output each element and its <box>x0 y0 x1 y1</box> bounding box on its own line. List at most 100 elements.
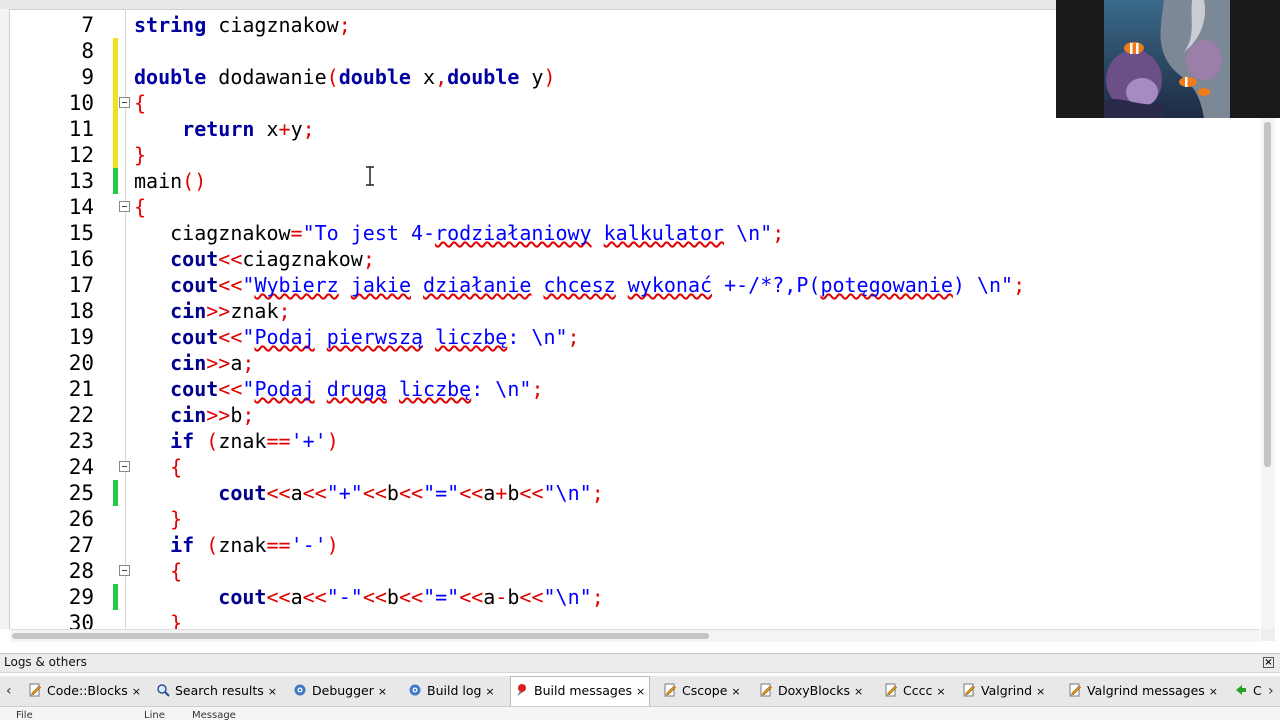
code-line[interactable]: 22 cin>>b; <box>0 402 1260 428</box>
code-line[interactable]: 27 if (znak=='-') <box>0 532 1260 558</box>
code-token: << <box>218 273 243 297</box>
column-header-line[interactable]: Line <box>144 710 165 721</box>
document-edit-icon <box>884 683 903 698</box>
tab-close-icon[interactable]: × <box>936 685 945 698</box>
code-text[interactable]: return x+y; <box>134 116 315 142</box>
code-text[interactable]: cout<<ciagznakow; <box>134 246 375 272</box>
code-token: >> <box>206 403 231 427</box>
column-header-file[interactable]: File <box>16 710 33 721</box>
code-text[interactable]: main() <box>134 168 206 194</box>
logs-tab[interactable]: Cccc × <box>884 678 946 704</box>
code-text[interactable]: cout<<"Wybierz jakie działanie chcesz wy… <box>134 272 1025 298</box>
code-text[interactable]: string ciagznakow; <box>134 12 351 38</box>
code-token: ( <box>326 65 339 89</box>
code-text[interactable]: { <box>134 90 146 116</box>
tab-close-icon[interactable]: × <box>268 685 277 698</box>
tab-close-icon[interactable]: × <box>378 685 387 698</box>
code-line[interactable]: 19 cout<<"Podaj pierwszą liczbę: \n"; <box>0 324 1260 350</box>
code-line[interactable]: 26 } <box>0 506 1260 532</box>
code-line[interactable]: 20 cin>>a; <box>0 350 1260 376</box>
code-text[interactable]: } <box>134 142 146 168</box>
code-line[interactable]: 21 cout<<"Podaj drugą liczbę: \n"; <box>0 376 1260 402</box>
code-line[interactable]: 23 if (znak=='+') <box>0 428 1260 454</box>
tab-close-icon[interactable]: × <box>636 685 645 698</box>
logs-tab[interactable]: Valgrind messages × <box>1068 678 1218 704</box>
code-line[interactable]: 28 { <box>0 558 1260 584</box>
logs-tab[interactable]: C <box>1234 678 1262 704</box>
code-text[interactable]: { <box>134 194 146 220</box>
code-token: ; <box>1013 273 1026 297</box>
logs-tab[interactable]: Build log × <box>408 678 495 704</box>
logs-tab[interactable]: Valgrind × <box>962 678 1045 704</box>
logs-tab[interactable]: Build messages × <box>510 676 651 706</box>
fold-collapse-icon[interactable] <box>119 97 130 108</box>
code-token: " <box>242 377 255 401</box>
code-text[interactable]: cin>>b; <box>134 402 254 428</box>
scroll-left-icon[interactable]: ‹ <box>6 676 12 706</box>
vertical-scrollbar[interactable] <box>1261 118 1275 629</box>
code-token: << <box>266 481 291 505</box>
code-token: + <box>495 481 508 505</box>
code-text[interactable]: if (znak=='+') <box>134 428 339 454</box>
code-token: main <box>134 169 183 193</box>
close-icon[interactable]: × <box>1263 657 1274 668</box>
code-text[interactable]: { <box>134 454 182 480</box>
code-line[interactable]: 15 ciagznakow="To jest 4-rodziałaniowy k… <box>0 220 1260 246</box>
code-token: ; <box>302 117 315 141</box>
code-text[interactable]: cout<<a<<"-"<<b<<"="<<a-b<<"\n"; <box>134 584 603 610</box>
code-token: znak <box>218 429 267 453</box>
code-line[interactable]: 25 cout<<a<<"+"<<b<<"="<<a+b<<"\n"; <box>0 480 1260 506</box>
vertical-scrollbar-thumb[interactable] <box>1264 122 1271 467</box>
code-text[interactable]: cout<<"Podaj drugą liczbę: \n"; <box>134 376 543 402</box>
code-token: << <box>218 325 243 349</box>
code-text[interactable]: cout<<a<<"+"<<b<<"="<<a+b<<"\n"; <box>134 480 603 506</box>
code-text[interactable]: cin>>a; <box>134 350 254 376</box>
tab-close-icon[interactable]: × <box>731 685 740 698</box>
horizontal-scrollbar[interactable] <box>10 629 1260 642</box>
code-token: liczbę <box>435 325 508 349</box>
change-marker <box>113 142 118 168</box>
tab-close-icon[interactable]: × <box>132 685 141 698</box>
code-line[interactable]: 11 return x+y; <box>0 116 1260 142</box>
code-line[interactable]: 16 cout<<ciagznakow; <box>0 246 1260 272</box>
code-line[interactable]: 14 { <box>0 194 1260 220</box>
logs-tab[interactable]: Search results × <box>156 678 277 704</box>
code-line[interactable]: 24 { <box>0 454 1260 480</box>
logs-tab[interactable]: DoxyBlocks × <box>759 678 863 704</box>
code-token: ; <box>278 299 291 323</box>
code-text[interactable]: cout<<"Podaj pierwszą liczbę: \n"; <box>134 324 579 350</box>
code-line[interactable]: 18 cin>>znak; <box>0 298 1260 324</box>
code-line[interactable]: 13 main() <box>0 168 1260 194</box>
code-line[interactable]: 29 cout<<a<<"-"<<b<<"="<<a-b<<"\n"; <box>0 584 1260 610</box>
logs-tab[interactable]: Cscope × <box>663 678 741 704</box>
code-text[interactable]: cin>>znak; <box>134 298 291 324</box>
logs-tab[interactable]: Debugger × <box>293 678 387 704</box>
logs-tab[interactable]: Code::Blocks × <box>28 678 141 704</box>
tab-close-icon[interactable]: × <box>854 685 863 698</box>
code-token: << <box>302 481 327 505</box>
code-token: } <box>170 507 183 531</box>
fold-collapse-icon[interactable] <box>119 565 130 576</box>
code-line[interactable]: 17 cout<<"Wybierz jakie działanie chcesz… <box>0 272 1260 298</box>
column-header-message[interactable]: Message <box>192 710 236 721</box>
tab-close-icon[interactable]: × <box>485 685 494 698</box>
code-text[interactable]: if (znak=='-') <box>134 532 339 558</box>
scroll-right-icon[interactable]: › <box>1268 676 1274 706</box>
horizontal-scrollbar-thumb[interactable] <box>12 633 709 639</box>
code-text[interactable]: ciagznakow="To jest 4-rodziałaniowy kalk… <box>134 220 784 246</box>
fold-collapse-icon[interactable] <box>119 461 130 472</box>
tab-close-icon[interactable]: × <box>1036 685 1045 698</box>
fold-collapse-icon[interactable] <box>119 201 130 212</box>
code-text[interactable]: } <box>134 506 182 532</box>
logs-panel-title: Logs & others <box>4 655 87 669</box>
code-text[interactable]: double dodawanie(double x,double y) <box>134 64 556 90</box>
line-number: 16 <box>68 247 94 271</box>
code-line[interactable]: 12} <box>0 142 1260 168</box>
tab-close-icon[interactable]: × <box>1209 685 1218 698</box>
code-token: a <box>290 585 303 609</box>
code-text[interactable]: { <box>134 558 182 584</box>
